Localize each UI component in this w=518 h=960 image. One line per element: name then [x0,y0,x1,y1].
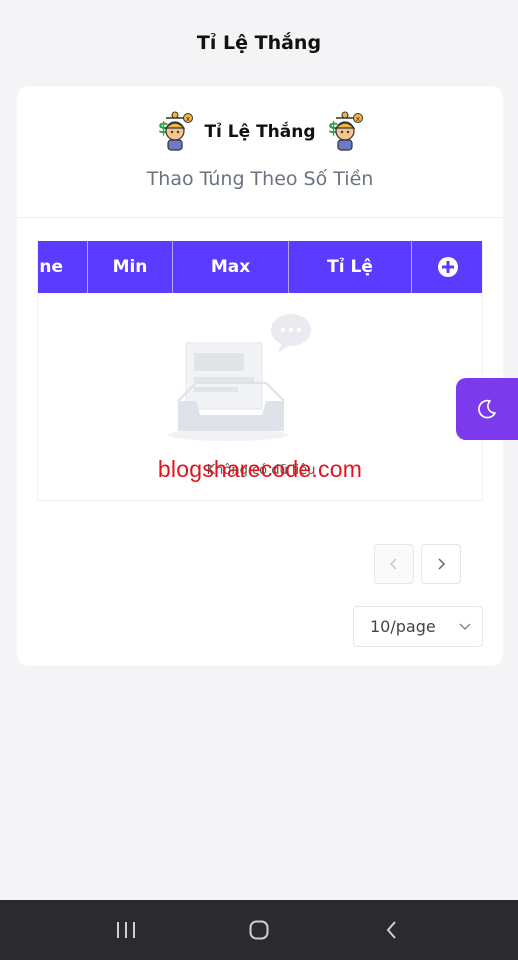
back-button[interactable] [372,910,412,950]
mascot-icon: x $ [158,111,194,151]
system-nav-bar [0,900,518,960]
brand-row: x $ Tỉ Lệ Thắng x $ [17,108,503,156]
column-header-name[interactable]: ne [38,241,88,293]
brand-title: Tỉ Lệ Thắng [204,122,316,142]
home-icon [249,920,269,940]
theme-toggle-button[interactable] [456,378,518,440]
recent-apps-button[interactable] [106,910,146,950]
prev-page-button[interactable] [374,544,414,584]
table-header: ne Min Max Tỉ Lệ [38,241,482,293]
chevron-down-icon [459,622,471,630]
add-row-button[interactable] [412,241,482,293]
column-header-min[interactable]: Min [88,241,173,293]
win-rate-card: x $ Tỉ Lệ Thắng x $ Thao Túng Theo Số Ti… [17,86,503,666]
plus-circle-icon [438,257,458,277]
page-size-select[interactable]: 10/page [353,606,483,647]
recent-apps-icon [117,922,136,938]
chevron-right-icon [438,558,446,570]
next-page-button[interactable] [421,544,461,584]
app-header: Tỉ Lệ Thắng [0,0,518,86]
card-header: x $ Tỉ Lệ Thắng x $ Thao Túng Theo Số Ti… [17,86,503,218]
pagination [374,544,461,584]
column-header-rate[interactable]: Tỉ Lệ [289,241,412,293]
page-title: Tỉ Lệ Thắng [196,32,322,54]
back-icon [386,921,396,939]
watermark: blogsharecode.com [157,456,363,482]
empty-box-icon [168,314,311,441]
svg-text:x: x [355,115,359,123]
svg-text:x: x [186,115,190,123]
moon-icon [478,399,496,419]
chevron-left-icon [389,558,397,570]
page-size-value: 10/page [370,617,436,636]
home-button[interactable] [239,910,279,950]
mascot-icon: x $ [328,111,363,151]
subtitle: Thao Túng Theo Số Tiền [146,168,374,190]
column-header-max[interactable]: Max [173,241,289,293]
